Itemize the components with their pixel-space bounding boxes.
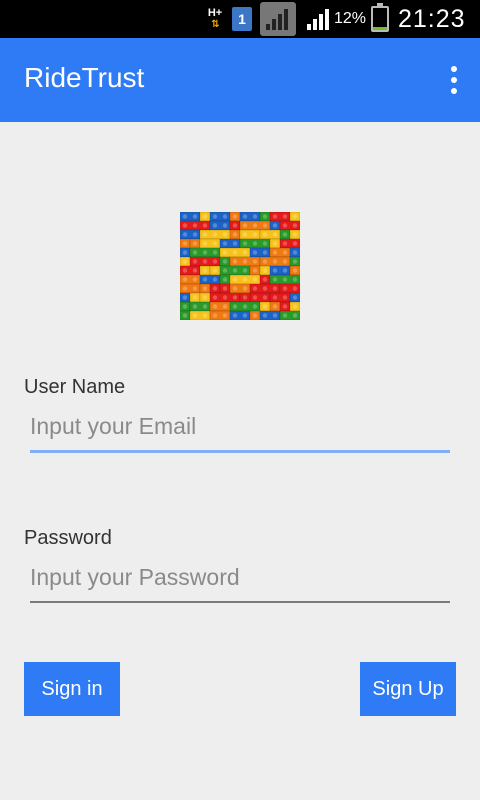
- sign-up-button[interactable]: Sign Up: [360, 662, 456, 716]
- password-label: Password: [24, 527, 112, 549]
- password-field-underline: [30, 601, 450, 603]
- password-field[interactable]: [30, 555, 450, 599]
- clock: 21:23: [398, 4, 466, 33]
- app-bar: RideTrust: [0, 38, 480, 122]
- more-vert-icon[interactable]: [438, 60, 470, 100]
- network-type-label: H+: [207, 7, 223, 19]
- battery-percent: 12%: [334, 10, 367, 27]
- battery-icon: [371, 3, 389, 32]
- sim-card-icon: 1: [232, 7, 252, 31]
- email-field-underline: [30, 450, 450, 453]
- email-field[interactable]: [30, 404, 450, 448]
- signal-strength-icon: [307, 9, 329, 30]
- battery-indicator: [371, 0, 389, 38]
- sign-in-button[interactable]: Sign in: [24, 662, 120, 716]
- data-activity-icon: ⇅: [211, 19, 219, 30]
- signal-sim1: [260, 0, 296, 38]
- signal-sim2: [306, 0, 332, 38]
- network-type-indicator: H+ ⇅: [204, 0, 226, 38]
- sim-indicator: 1: [232, 0, 252, 38]
- username-label: User Name: [24, 376, 126, 398]
- app-title: RideTrust: [24, 62, 145, 93]
- signal-strength-icon: [260, 2, 296, 36]
- status-bar: H+ ⇅ 1 12% 21:23: [0, 0, 480, 38]
- lego-bricks-logo: [180, 212, 300, 320]
- battery-fill: [373, 27, 387, 30]
